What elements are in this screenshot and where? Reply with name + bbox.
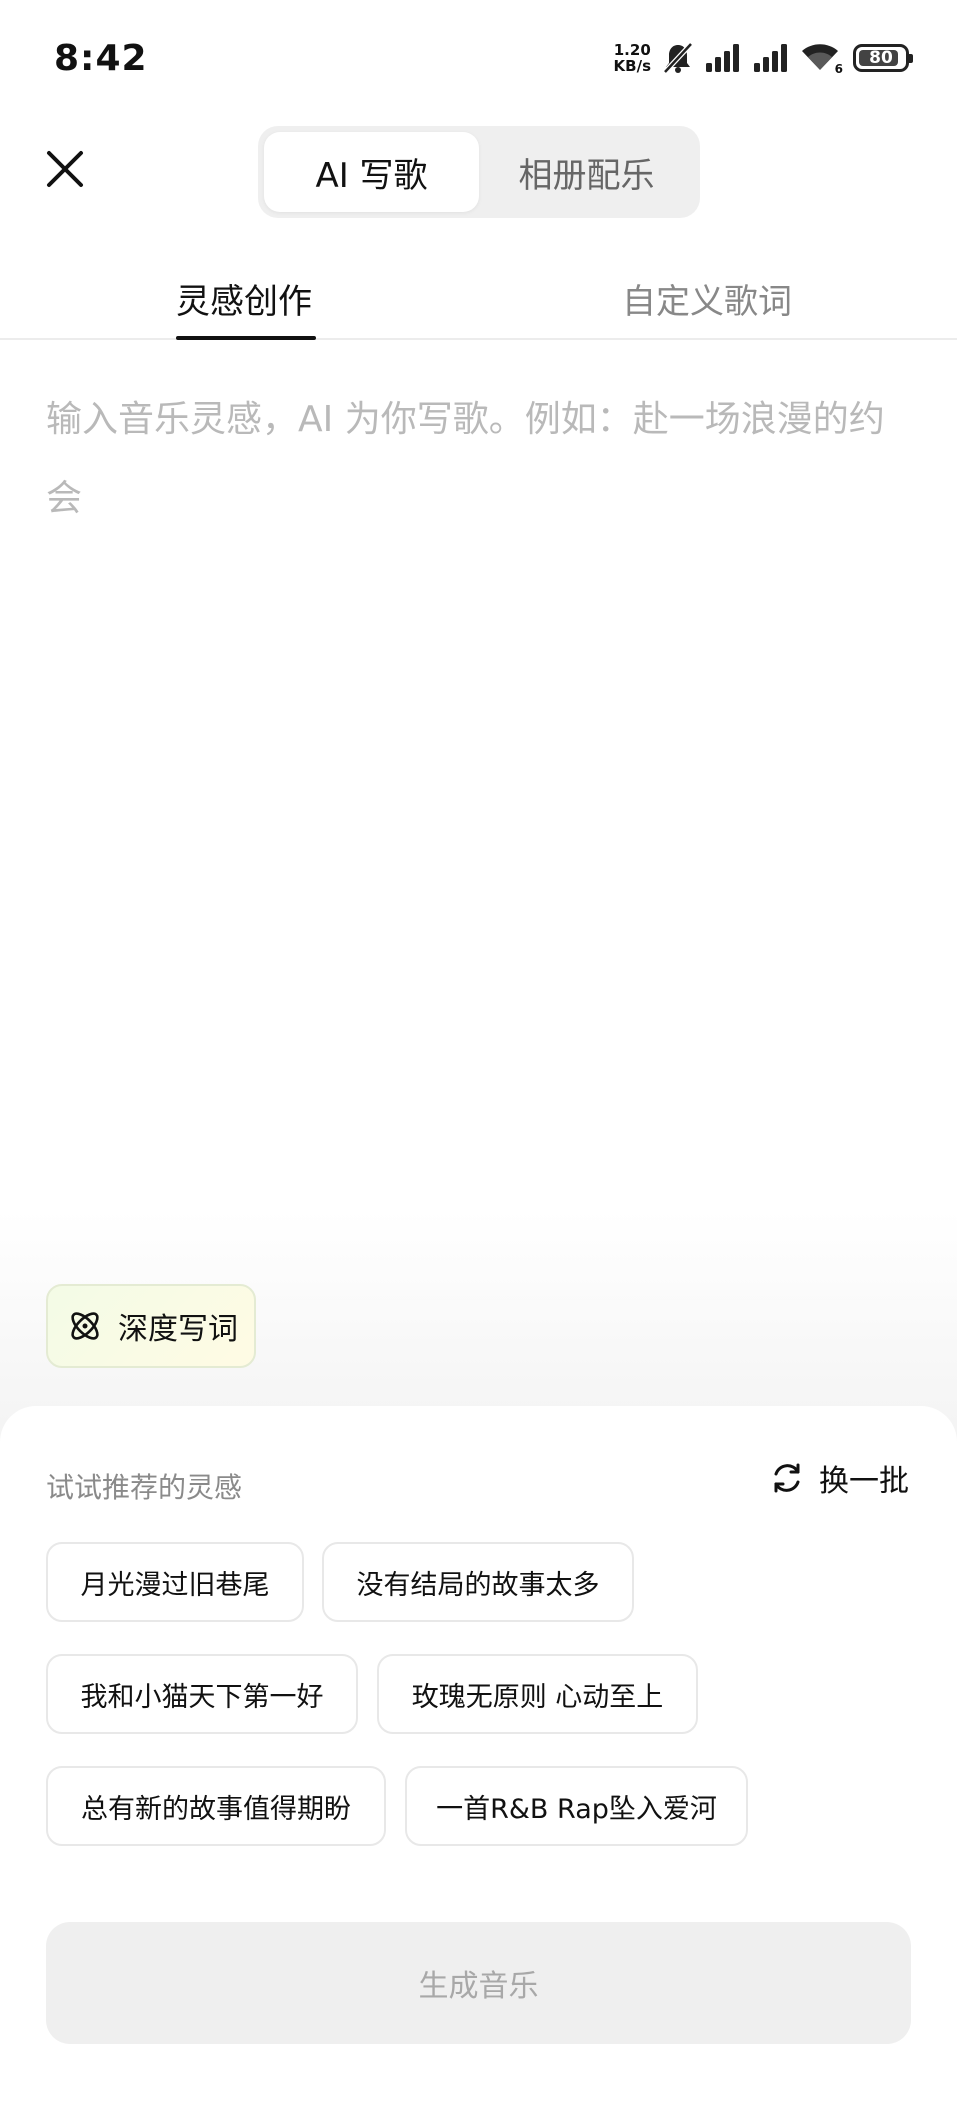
close-button[interactable] — [44, 148, 86, 190]
inspiration-input[interactable] — [46, 380, 912, 1240]
mute-bell-icon — [663, 42, 693, 74]
refresh-icon — [774, 1463, 800, 1493]
battery-icon: 80 — [853, 44, 913, 72]
signal-icon — [706, 44, 739, 72]
deep-write-label: 深度写词 — [118, 1312, 238, 1347]
signal-icon — [754, 44, 787, 72]
refresh-label: 换一批 — [819, 1464, 909, 1499]
refresh-button[interactable]: 换一批 — [769, 1456, 909, 1500]
wifi-status: 6 — [801, 42, 843, 76]
close-icon — [47, 151, 83, 187]
deep-write-button[interactable]: 深度写词 — [46, 1284, 256, 1368]
suggestion-chip[interactable]: 总有新的故事值得期盼 — [46, 1766, 386, 1846]
tab-inspiration[interactable]: 灵感创作 — [176, 274, 312, 323]
suggestion-chip[interactable]: 没有结局的故事太多 — [322, 1542, 634, 1622]
tab-bar: 灵感创作 自定义歌词 — [0, 262, 957, 340]
network-speed-unit: KB/s — [613, 57, 651, 75]
suggestion-sheet: 试试推荐的灵感 换一批 月光漫过旧巷尾 没有结局的故事太多 我和小猫天下第一好 … — [0, 1406, 957, 2127]
mode-switch: AI 写歌 相册配乐 — [258, 126, 700, 218]
suggestion-chip[interactable]: 我和小猫天下第一好 — [46, 1654, 358, 1734]
generate-music-button[interactable]: 生成音乐 — [46, 1922, 911, 2044]
suggestion-chip[interactable]: 一首R&B Rap坠入爱河 — [405, 1766, 748, 1846]
suggestion-chip[interactable]: 玫瑰无原则 心动至上 — [377, 1654, 698, 1734]
active-tab-indicator — [176, 336, 316, 340]
network-speed-value: 1.20 — [613, 41, 651, 59]
segment-album-music[interactable]: 相册配乐 — [479, 132, 694, 212]
network-speed: 1.20 KB/s — [614, 42, 651, 74]
suggestion-title: 试试推荐的灵感 — [46, 1471, 243, 1504]
wifi-badge: 6 — [834, 62, 843, 76]
atom-icon — [71, 1312, 99, 1340]
suggestion-chip[interactable]: 月光漫过旧巷尾 — [46, 1542, 304, 1622]
status-time: 8:42 — [54, 38, 148, 79]
status-icons: 1.20 KB/s 6 80 — [614, 38, 913, 78]
wifi-icon — [802, 44, 838, 70]
battery-level: 80 — [869, 48, 893, 68]
tab-custom-lyrics[interactable]: 自定义歌词 — [622, 274, 792, 323]
segment-ai-write-song[interactable]: AI 写歌 — [264, 132, 479, 212]
